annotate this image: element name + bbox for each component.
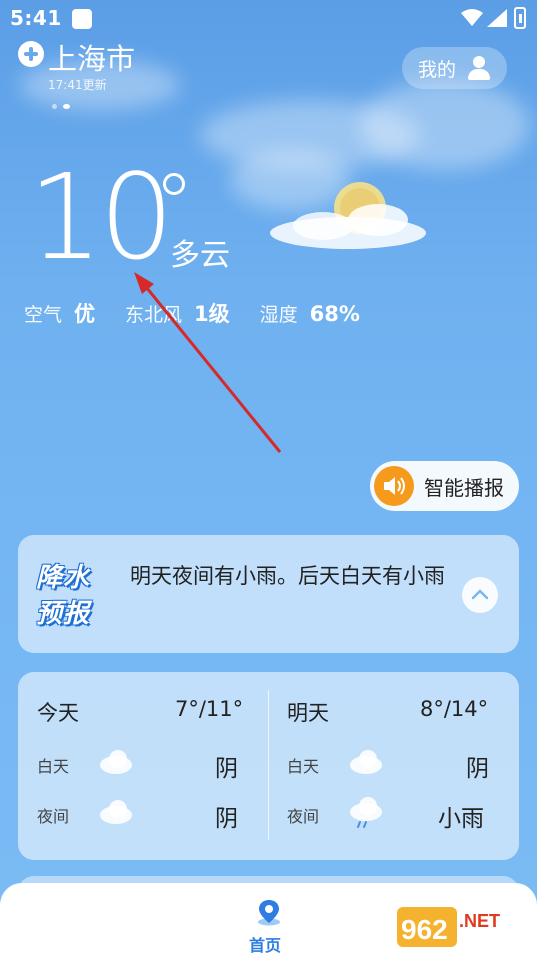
home-tab-label[interactable]: 首页 [249, 932, 281, 956]
background-cloud [360, 80, 530, 170]
wind-value: 1级 [194, 302, 230, 326]
signal-icon [487, 9, 507, 27]
badge-line-1: 降水 [36, 563, 91, 593]
today-day-label: 白天 [37, 757, 70, 776]
add-city-icon[interactable] [18, 41, 44, 67]
mine-label: 我的 [418, 58, 457, 81]
cloud-icon [350, 750, 382, 774]
wifi-icon [461, 9, 483, 26]
page-dot-active [63, 104, 70, 109]
light-rain-icon [350, 797, 382, 828]
precipitation-text: 明天夜间有小雨。后天白天有小雨 [130, 564, 445, 588]
home-location-icon[interactable] [256, 898, 282, 926]
wind-label: 东北风 [125, 304, 183, 326]
svg-text:962: 962 [401, 914, 448, 945]
watermark-logo: 962 .NET 乐游网 [397, 903, 532, 953]
notification-icon [72, 9, 92, 29]
svg-text:.NET: .NET [459, 911, 500, 931]
humidity-value: 68% [309, 302, 360, 326]
page-dot [52, 104, 57, 109]
smart-broadcast-button[interactable]: 智能播报 [370, 461, 519, 511]
weather-stats: 空气 优 东北风 1级 湿度 68% [24, 298, 390, 328]
today-day-condition: 阴 [215, 756, 238, 782]
weather-condition: 多云 [170, 238, 230, 273]
tomorrow-night-label: 夜间 [287, 807, 320, 826]
speaker-icon [374, 466, 414, 506]
update-time: 17:41更新 [48, 78, 107, 92]
degree-symbol [163, 173, 185, 195]
badge-line-2: 预报 [36, 599, 91, 629]
user-icon [466, 55, 492, 81]
collapse-button[interactable] [462, 577, 498, 613]
tomorrow-label: 明天 [287, 701, 329, 725]
battery-icon [514, 7, 526, 29]
page-indicator [52, 94, 76, 113]
tomorrow-range: 8°/14° [420, 697, 489, 721]
city-name[interactable]: 上海市 [48, 36, 135, 78]
svg-text:乐游网: 乐游网 [471, 935, 513, 951]
mine-button[interactable]: 我的 [402, 47, 507, 89]
chevron-up-icon [471, 589, 489, 600]
tomorrow-night-condition: 小雨 [438, 806, 484, 832]
tomorrow-day-condition: 阴 [466, 756, 489, 782]
current-temperature: 10 [28, 148, 174, 286]
precipitation-badge: 降水 预报 [36, 557, 111, 635]
cloud-icon [100, 750, 132, 774]
today-range: 7°/11° [175, 697, 244, 721]
tomorrow-day-label: 白天 [287, 757, 320, 776]
today-night-label: 夜间 [37, 807, 70, 826]
air-label: 空气 [24, 304, 63, 326]
air-value: 优 [74, 302, 96, 326]
today-label: 今天 [37, 701, 79, 725]
sun-cloud-icon [270, 182, 426, 249]
broadcast-label: 智能播报 [424, 475, 504, 500]
today-night-condition: 阴 [215, 806, 238, 832]
status-time: 5:41 [10, 6, 62, 30]
humidity-label: 湿度 [259, 304, 298, 326]
cloud-icon [100, 800, 132, 824]
forecast-divider [268, 690, 269, 840]
